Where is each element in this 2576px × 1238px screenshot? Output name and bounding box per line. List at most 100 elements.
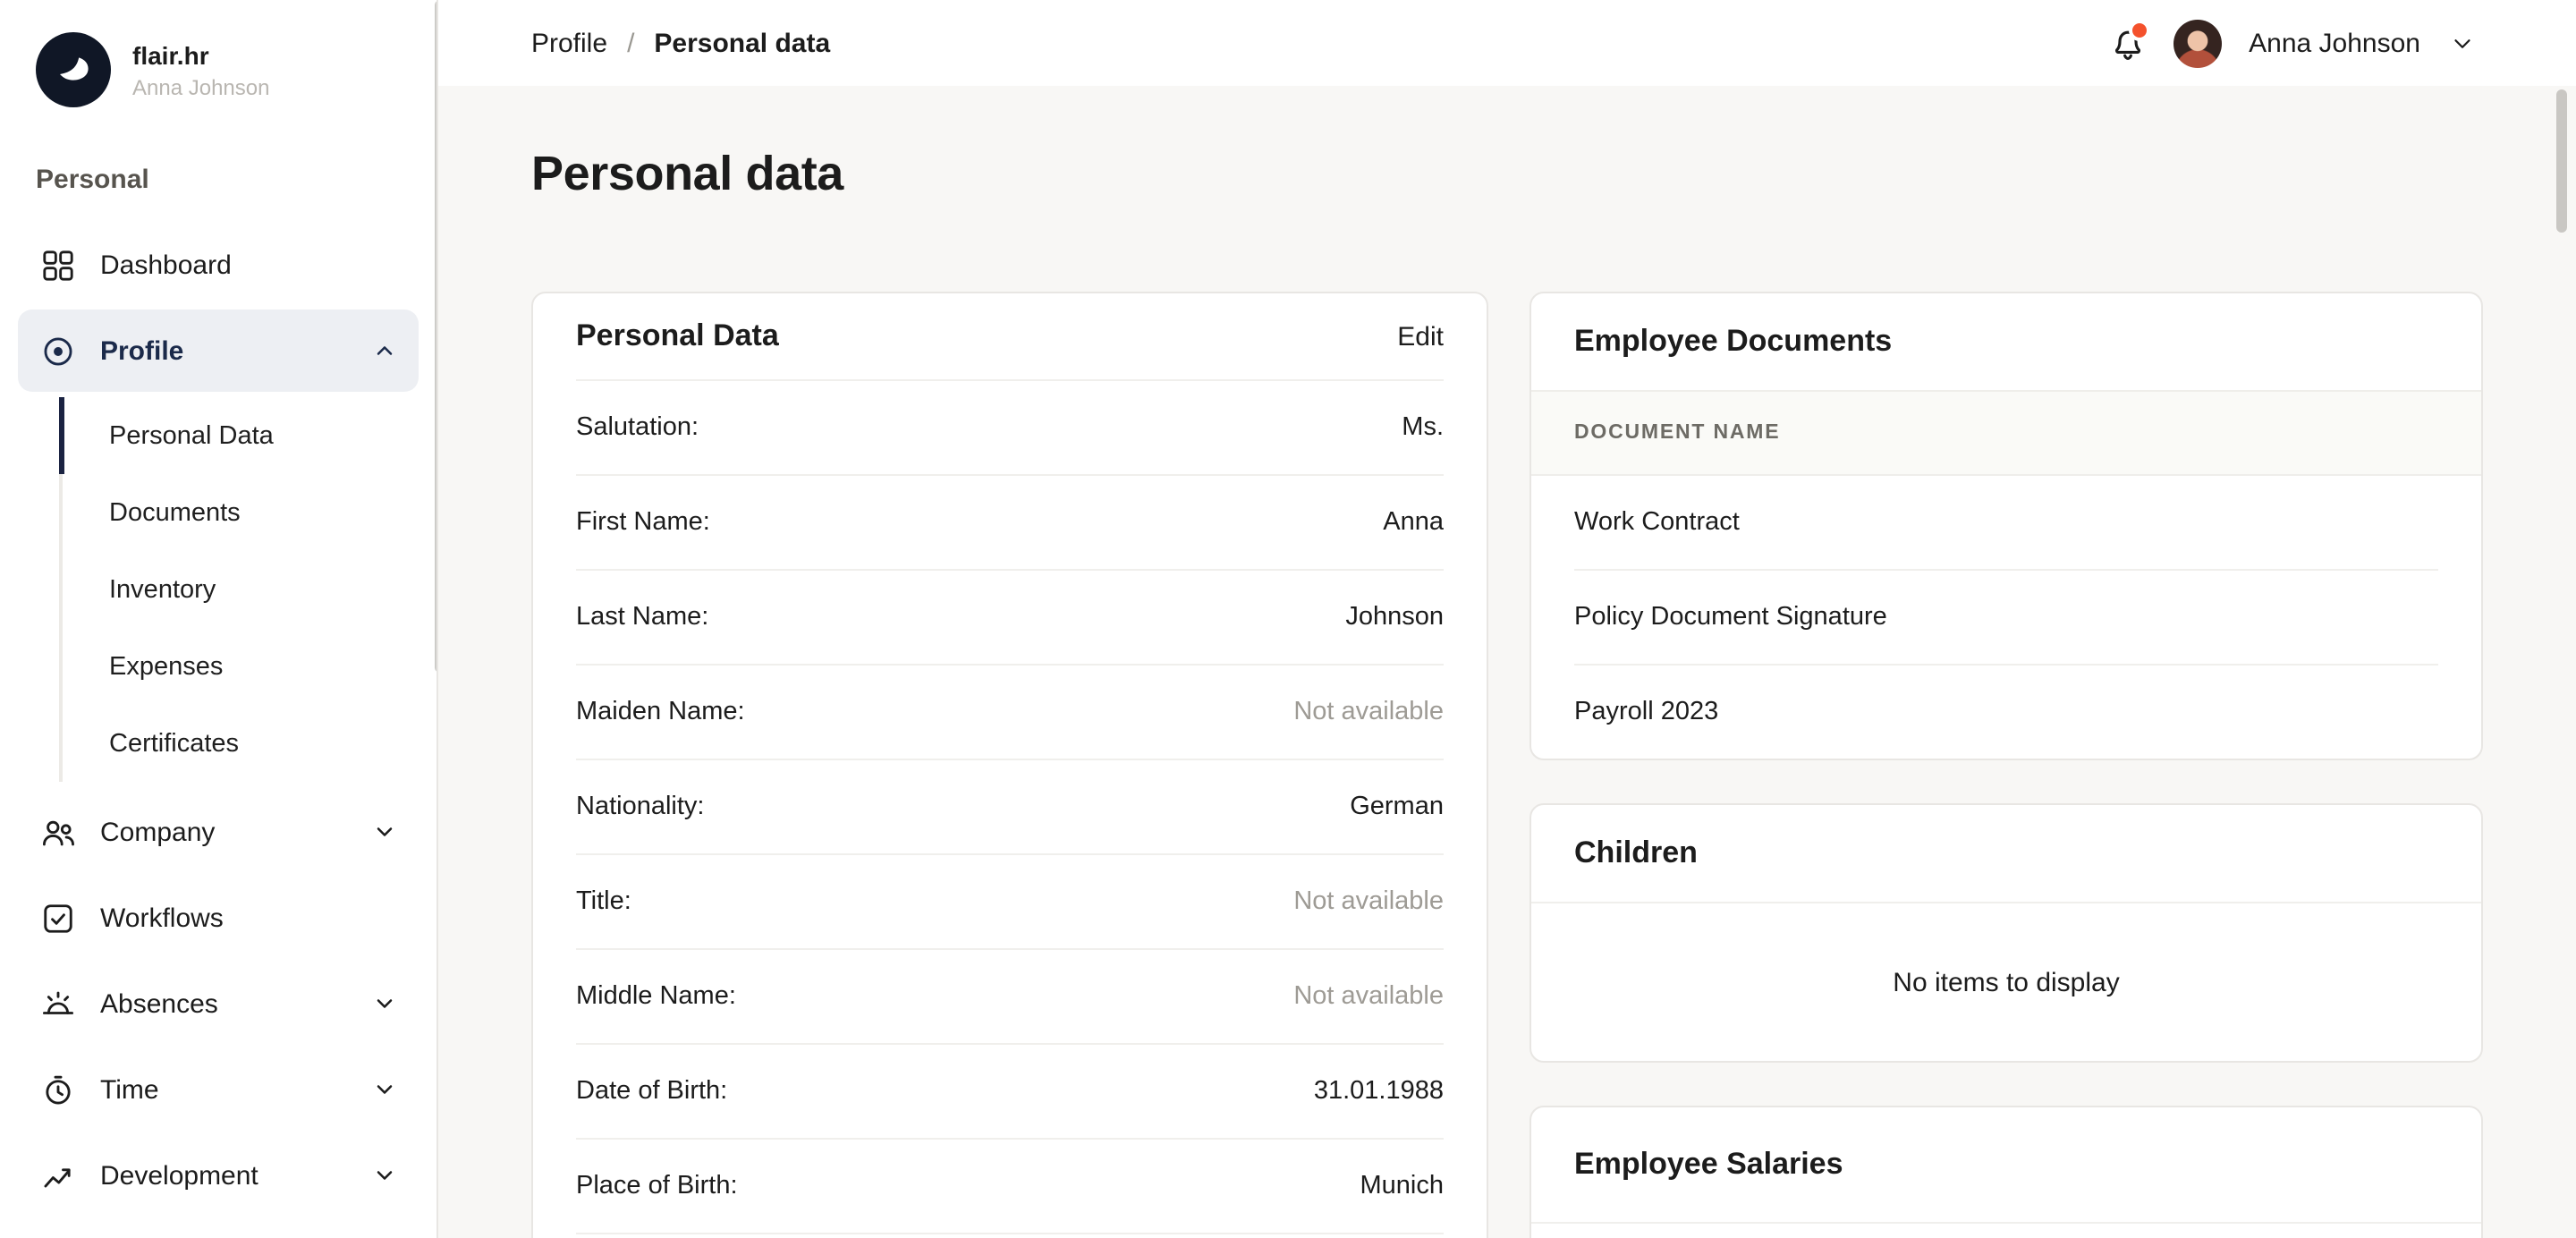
field-row-last-name: Last Name: Johnson bbox=[576, 571, 1444, 666]
notifications-button[interactable] bbox=[2107, 23, 2147, 63]
card-title: Employee Salaries bbox=[1531, 1107, 2481, 1224]
sidebar-subitem-expenses[interactable]: Expenses bbox=[59, 628, 436, 705]
document-name: Work Contract bbox=[1574, 508, 1740, 537]
main-area: Profile / Personal data Anna Johnson bbox=[438, 0, 2576, 1238]
field-value: German bbox=[1350, 793, 1444, 821]
chevron-down-icon bbox=[372, 1077, 397, 1102]
sidebar-item-workflows[interactable]: Workflows bbox=[18, 877, 419, 959]
topbar-right: Anna Johnson bbox=[2107, 19, 2476, 67]
app-window: flair.hr Anna Johnson Personal Dashboard… bbox=[0, 0, 2576, 1238]
sidebar-item-label: Profile bbox=[100, 335, 183, 366]
profile-icon bbox=[39, 333, 75, 369]
profile-sub-list: Personal Data Documents Inventory Expens… bbox=[59, 397, 436, 782]
document-row[interactable]: Policy Document Signature bbox=[1574, 571, 2438, 666]
card-title: Children bbox=[1531, 805, 2481, 903]
breadcrumb-section[interactable]: Profile bbox=[531, 28, 607, 58]
topbar-user-name[interactable]: Anna Johnson bbox=[2249, 28, 2420, 58]
sidebar-item-label: Dashboard bbox=[100, 250, 232, 280]
sidebar-item-company[interactable]: Company bbox=[18, 791, 419, 873]
personal-data-card: Personal Data Edit Salutation: Ms. First… bbox=[531, 292, 1488, 1238]
children-card: Children No items to display bbox=[1530, 803, 2483, 1063]
flair-logo bbox=[36, 32, 111, 107]
employee-documents-card: Employee Documents DOCUMENT NAME Work Co… bbox=[1530, 292, 2483, 760]
field-label: Nationality: bbox=[576, 793, 704, 821]
field-label: Title: bbox=[576, 887, 631, 916]
field-row-title: Title: Not available bbox=[576, 855, 1444, 950]
subitem-label: Inventory bbox=[109, 575, 216, 604]
absences-icon bbox=[39, 986, 75, 1022]
sidebar-item-label: Workflows bbox=[100, 903, 224, 933]
field-value: Anna bbox=[1383, 508, 1444, 537]
company-icon bbox=[39, 814, 75, 850]
card-title: Personal Data bbox=[576, 318, 779, 354]
breadcrumb-separator: / bbox=[627, 28, 634, 58]
topbar: Profile / Personal data Anna Johnson bbox=[438, 0, 2576, 86]
page-scrollbar-thumb[interactable] bbox=[2556, 89, 2567, 233]
sidebar-item-dashboard[interactable]: Dashboard bbox=[18, 224, 419, 306]
field-value: Johnson bbox=[1345, 603, 1444, 632]
documents-column-header: DOCUMENT NAME bbox=[1531, 390, 2481, 476]
sidebar-item-time[interactable]: Time bbox=[18, 1048, 419, 1131]
page-title: Personal data bbox=[531, 147, 2483, 202]
sidebar-nav: Dashboard Profile Personal Data Document… bbox=[0, 224, 436, 1217]
user-avatar[interactable] bbox=[2174, 19, 2222, 67]
sidebar-item-label: Time bbox=[100, 1074, 159, 1105]
field-row-first-name: First Name: Anna bbox=[576, 476, 1444, 571]
chevron-down-icon[interactable] bbox=[2447, 29, 2476, 57]
salaries-card-body bbox=[1531, 1224, 2481, 1238]
brand-user-name: Anna Johnson bbox=[132, 74, 269, 99]
sidebar-subitem-certificates[interactable]: Certificates bbox=[59, 705, 436, 782]
chevron-down-icon bbox=[372, 819, 397, 844]
field-value: Ms. bbox=[1402, 413, 1444, 442]
sidebar: flair.hr Anna Johnson Personal Dashboard… bbox=[0, 0, 438, 1238]
sidebar-section-label: Personal bbox=[0, 165, 436, 195]
field-label: Maiden Name: bbox=[576, 698, 745, 726]
screen: flair.hr Anna Johnson Personal Dashboard… bbox=[0, 0, 2576, 1238]
field-row-nationality: Nationality: German bbox=[576, 760, 1444, 855]
sidebar-item-label: Absences bbox=[100, 988, 218, 1019]
field-label: Date of Birth: bbox=[576, 1077, 727, 1106]
subitem-label: Expenses bbox=[109, 652, 223, 681]
sidebar-item-absences[interactable]: Absences bbox=[18, 962, 419, 1045]
field-row-place-of-birth: Place of Birth: Munich bbox=[576, 1140, 1444, 1234]
document-name: Policy Document Signature bbox=[1574, 603, 1887, 632]
document-row[interactable]: Work Contract bbox=[1574, 476, 2438, 571]
dashboard-icon bbox=[39, 247, 75, 283]
chevron-up-icon bbox=[372, 338, 397, 363]
chevron-down-icon bbox=[372, 991, 397, 1016]
field-label: Last Name: bbox=[576, 603, 708, 632]
edit-button[interactable]: Edit bbox=[1397, 321, 1444, 352]
field-row-middle-name: Middle Name: Not available bbox=[576, 950, 1444, 1045]
brand-product-name: flair.hr bbox=[132, 40, 269, 69]
workflows-icon bbox=[39, 900, 75, 936]
card-title: Employee Documents bbox=[1531, 293, 2481, 390]
sidebar-item-label: Company bbox=[100, 817, 215, 847]
right-column: Employee Documents DOCUMENT NAME Work Co… bbox=[1530, 292, 2483, 1238]
page-content: Personal data Personal Data Edit Salutat… bbox=[438, 86, 2576, 1238]
breadcrumb: Profile / Personal data bbox=[531, 28, 830, 58]
cards-layout: Personal Data Edit Salutation: Ms. First… bbox=[531, 292, 2483, 1238]
sidebar-item-profile[interactable]: Profile bbox=[18, 310, 419, 392]
subitem-label: Documents bbox=[109, 498, 241, 527]
document-name: Payroll 2023 bbox=[1574, 698, 1718, 726]
sidebar-subitem-inventory[interactable]: Inventory bbox=[59, 551, 436, 628]
sidebar-subitem-documents[interactable]: Documents bbox=[59, 474, 436, 551]
sidebar-item-label: Development bbox=[100, 1160, 258, 1191]
field-value: 31.01.1988 bbox=[1314, 1077, 1444, 1106]
children-empty-message: No items to display bbox=[1531, 903, 2481, 1061]
field-label: First Name: bbox=[576, 508, 710, 537]
brand-text: flair.hr Anna Johnson bbox=[132, 40, 269, 99]
field-value: Not available bbox=[1293, 887, 1444, 916]
notification-dot bbox=[2129, 20, 2150, 41]
development-icon bbox=[39, 1157, 75, 1193]
field-value: Not available bbox=[1293, 982, 1444, 1011]
brand: flair.hr Anna Johnson bbox=[0, 32, 436, 107]
document-row[interactable]: Payroll 2023 bbox=[1574, 666, 2438, 759]
field-label: Salutation: bbox=[576, 413, 699, 442]
sidebar-subitem-personal-data[interactable]: Personal Data bbox=[59, 397, 436, 474]
breadcrumb-current: Personal data bbox=[654, 28, 830, 58]
chevron-down-icon bbox=[372, 1163, 397, 1188]
time-icon bbox=[39, 1072, 75, 1107]
field-value: Not available bbox=[1293, 698, 1444, 726]
sidebar-item-development[interactable]: Development bbox=[18, 1134, 419, 1217]
